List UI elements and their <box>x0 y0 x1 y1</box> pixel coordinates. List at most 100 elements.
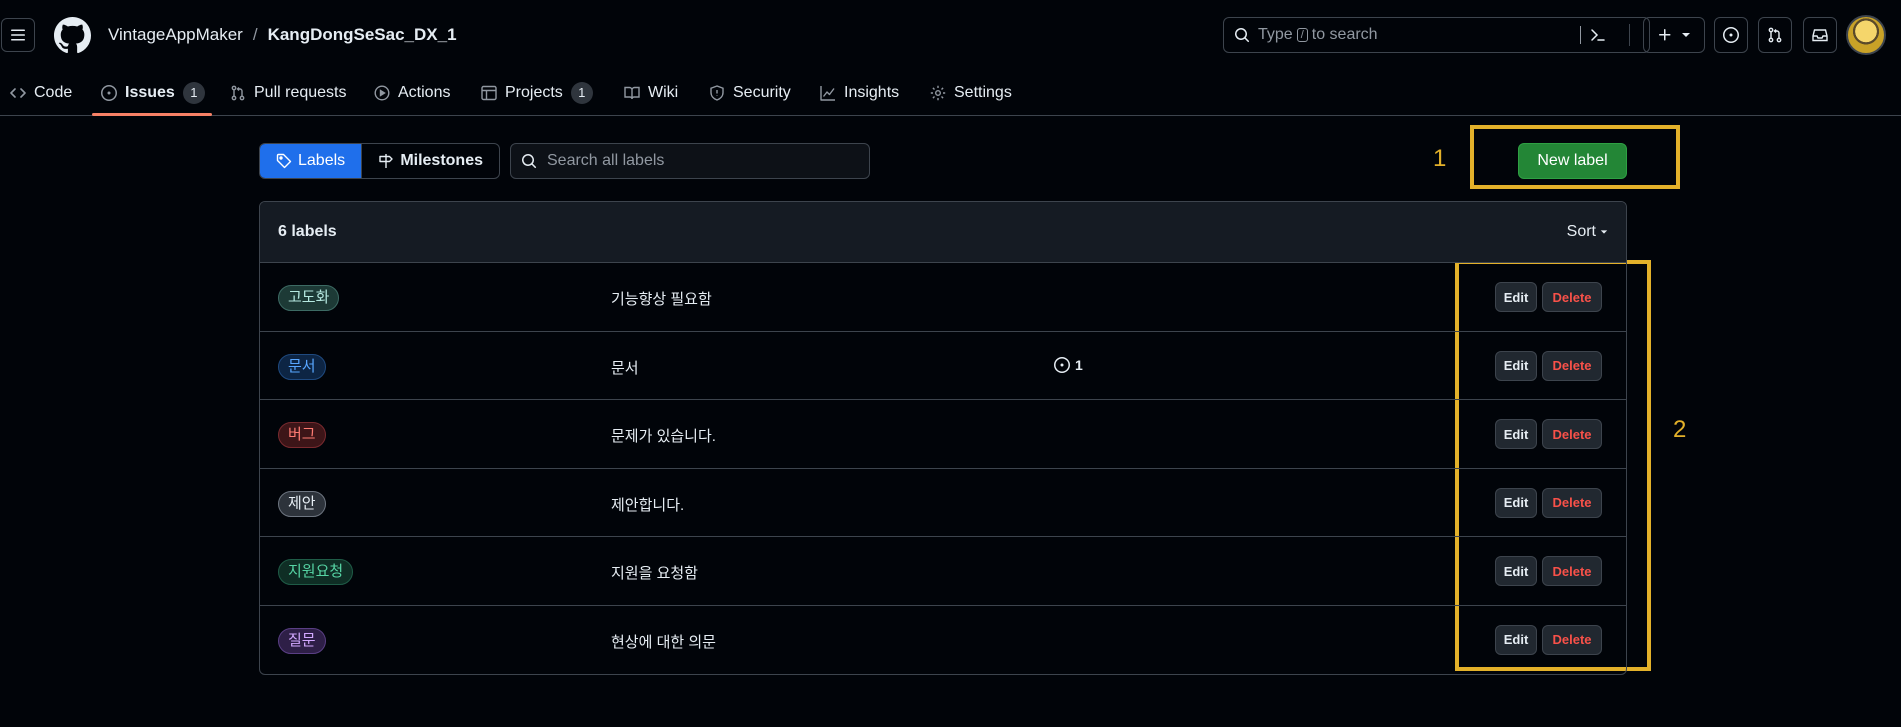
create-new-button[interactable] <box>1643 17 1705 53</box>
labels-tab-label: Labels <box>298 152 346 169</box>
edit-label-button[interactable]: Edit <box>1495 282 1537 312</box>
milestone-icon <box>379 154 394 168</box>
edit-label-button[interactable]: Edit <box>1495 419 1537 450</box>
sort-label: Sort <box>1566 223 1596 240</box>
tab-pull-requests-label: Pull requests <box>254 84 347 101</box>
open-issues-count: 1 <box>1075 356 1083 373</box>
tab-security-label: Security <box>733 84 791 101</box>
label-pill[interactable]: 버그 <box>278 422 326 449</box>
label-search-input[interactable] <box>547 152 847 170</box>
label-search-field[interactable] <box>510 143 870 179</box>
label-description: 현상에 대한 의문 <box>611 633 716 651</box>
avatar[interactable] <box>1846 15 1886 55</box>
label-pill[interactable]: 문서 <box>278 353 326 380</box>
open-issues-link[interactable]: 1 <box>1054 356 1083 373</box>
edit-label-button[interactable]: Edit <box>1495 624 1537 655</box>
book-icon <box>624 86 640 100</box>
breadcrumb: VintageAppMaker / KangDongSeSac_DX_1 <box>108 25 457 45</box>
github-logo-icon[interactable] <box>54 17 91 54</box>
issues-header-button[interactable] <box>1714 17 1748 53</box>
edit-label-button[interactable]: Edit <box>1495 556 1537 587</box>
label-description: 제안합니다. <box>611 496 685 514</box>
labels-list: 6 labels Sort 고도화 기능향상 필요함 Edit Delete 문서 문서 1… <box>259 201 1627 675</box>
tab-settings-label: Settings <box>954 84 1012 101</box>
annotation-box-1 <box>1470 125 1680 189</box>
label-pill[interactable]: 고도화 <box>278 285 340 311</box>
search-divider <box>1580 26 1581 44</box>
delete-label-button[interactable]: Delete <box>1542 487 1602 518</box>
label-row: 문서 문서 1 Edit Delete <box>260 332 1626 401</box>
issue-opened-icon <box>1723 27 1739 43</box>
header-divider <box>1629 24 1630 46</box>
pull-requests-header-button[interactable] <box>1758 17 1792 53</box>
command-palette-icon[interactable] <box>1590 27 1606 43</box>
global-header: VintageAppMaker / KangDongSeSac_DX_1 Typ… <box>0 0 1901 70</box>
tab-actions-label: Actions <box>398 84 451 101</box>
hamburger-icon <box>11 29 25 41</box>
tab-actions[interactable]: Actions <box>374 70 450 116</box>
tab-issues[interactable]: Issues 1 <box>101 70 205 116</box>
gear-icon <box>930 85 946 101</box>
label-row: 질문 현상에 대한 의문 Edit Delete <box>260 606 1626 674</box>
menu-button[interactable] <box>1 18 35 52</box>
issues-count-badge: 1 <box>182 82 205 104</box>
issue-opened-icon <box>1054 356 1070 373</box>
label-row: 고도화 기능향상 필요함 Edit Delete <box>260 263 1626 332</box>
tab-settings[interactable]: Settings <box>930 70 1012 116</box>
issue-opened-icon <box>101 85 117 101</box>
global-search[interactable]: Type / to search <box>1223 17 1650 53</box>
play-icon <box>374 85 390 101</box>
label-pill[interactable]: 질문 <box>278 627 326 654</box>
tab-security[interactable]: Security <box>709 70 791 116</box>
shield-icon <box>710 85 724 101</box>
label-row: 지원요청 지원을 요청함 Edit Delete <box>260 537 1626 606</box>
table-icon <box>481 85 497 101</box>
label-description: 문서 <box>611 359 639 377</box>
tab-wiki[interactable]: Wiki <box>624 70 678 116</box>
breadcrumb-owner[interactable]: VintageAppMaker <box>108 25 243 45</box>
git-pull-request-icon <box>1768 27 1782 43</box>
breadcrumb-separator: / <box>252 25 258 44</box>
search-icon <box>522 154 537 169</box>
graph-icon <box>820 86 835 101</box>
label-pill[interactable]: 제안 <box>278 490 326 517</box>
tab-projects-label: Projects <box>505 84 563 101</box>
tab-insights-label: Insights <box>844 84 900 101</box>
delete-label-button[interactable]: Delete <box>1542 419 1602 450</box>
breadcrumb-repo[interactable]: KangDongSeSac_DX_1 <box>268 25 457 45</box>
delete-label-button[interactable]: Delete <box>1542 624 1602 655</box>
search-icon <box>1235 28 1250 43</box>
label-description: 기능향상 필요함 <box>611 291 712 308</box>
plus-icon <box>1659 29 1671 41</box>
milestones-tab-label: Milestones <box>400 152 483 169</box>
delete-label-button[interactable]: Delete <box>1542 282 1602 312</box>
repo-nav: Code Issues 1 Pull requests Actions Proj… <box>0 70 1901 116</box>
inbox-button[interactable] <box>1803 17 1837 53</box>
label-pill[interactable]: 지원요청 <box>278 559 354 586</box>
edit-label-button[interactable]: Edit <box>1495 487 1537 518</box>
tab-code[interactable]: Code <box>10 70 72 116</box>
milestones-tab[interactable]: Milestones <box>361 144 499 178</box>
tab-issues-label: Issues <box>125 84 175 101</box>
label-row: 제안 제안합니다. Edit Delete <box>260 469 1626 538</box>
tag-icon <box>276 153 292 169</box>
search-shortcut-key: / <box>1296 28 1308 42</box>
label-description: 문제가 있습니다. <box>611 428 716 446</box>
annotation-marker-1: 1 <box>1433 145 1447 172</box>
edit-label-button[interactable]: Edit <box>1495 350 1537 381</box>
delete-label-button[interactable]: Delete <box>1542 556 1602 587</box>
tab-code-label: Code <box>34 84 73 101</box>
labels-count: 6 labels <box>278 223 337 240</box>
active-tab-indicator <box>92 113 212 116</box>
label-description: 지원을 요청함 <box>611 565 698 583</box>
labels-milestones-subnav: Labels Milestones <box>259 143 500 179</box>
git-pull-request-icon <box>231 85 245 101</box>
tab-pull-requests[interactable]: Pull requests <box>230 70 347 116</box>
tab-wiki-label: Wiki <box>648 84 679 101</box>
tab-insights[interactable]: Insights <box>820 70 899 116</box>
delete-label-button[interactable]: Delete <box>1542 350 1602 381</box>
sort-dropdown[interactable]: Sort <box>1567 223 1608 241</box>
labels-tab[interactable]: Labels <box>260 144 362 178</box>
tab-projects[interactable]: Projects 1 <box>481 70 593 116</box>
labels-list-header: 6 labels Sort <box>260 202 1626 263</box>
